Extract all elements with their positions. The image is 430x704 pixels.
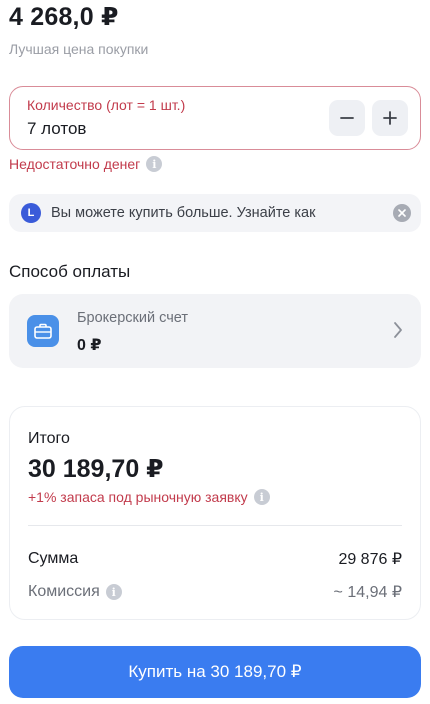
- briefcase-icon: [27, 315, 59, 347]
- payment-account-card[interactable]: Брокерский счет 0 ₽: [9, 294, 421, 368]
- minus-icon: [340, 117, 354, 119]
- close-icon[interactable]: [393, 204, 411, 222]
- price-caption: Лучшая цена покупки: [9, 41, 149, 57]
- fee-row: Комиссия i ~ 14,94 ₽: [28, 582, 402, 602]
- info-icon[interactable]: i: [105, 584, 122, 600]
- fee-label: Комиссия: [28, 583, 100, 600]
- buy-button[interactable]: Купить на 30 189,70 ₽: [9, 646, 421, 698]
- warning-text: Недостаточно денег: [9, 156, 141, 172]
- fee-value: ~ 14,94 ₽: [333, 584, 402, 601]
- promo-badge: L: [21, 203, 41, 223]
- sum-label: Сумма: [28, 550, 79, 567]
- chevron-right-icon: [394, 322, 402, 338]
- promo-banner[interactable]: L Вы можете купить больше. Узнайте как: [9, 194, 421, 232]
- quantity-field[interactable]: Количество (лот = 1 шт.) 7 лотов: [9, 86, 421, 150]
- quantity-label: Количество (лот = 1 шт.): [27, 97, 186, 113]
- market-order-note: +1% запаса под рыночную заявку i: [28, 489, 270, 505]
- insufficient-funds-warning: Недостаточно денег i: [9, 156, 163, 172]
- decrease-button[interactable]: [329, 100, 365, 136]
- price-value: 4 268,0 ₽: [9, 3, 119, 31]
- plus-icon: [383, 111, 397, 125]
- promo-text[interactable]: Вы можете купить больше. Узнайте как: [51, 205, 315, 221]
- account-amount: 0 ₽: [77, 337, 102, 354]
- increase-button[interactable]: [372, 100, 408, 136]
- sum-value: 29 876 ₽: [338, 551, 402, 568]
- info-icon[interactable]: i: [253, 489, 270, 505]
- quantity-value[interactable]: 7 лотов: [27, 119, 86, 139]
- payment-section-title: Способ оплаты: [9, 262, 131, 281]
- market-order-note-text: +1% запаса под рыночную заявку: [28, 489, 248, 505]
- info-icon[interactable]: i: [146, 156, 163, 172]
- order-summary-card: Итого 30 189,70 ₽ +1% запаса под рыночну…: [9, 406, 421, 620]
- divider: [28, 525, 402, 526]
- account-title: Брокерский счет: [77, 310, 188, 326]
- total-value: 30 189,70 ₽: [28, 455, 164, 483]
- sum-row: Сумма 29 876 ₽: [28, 549, 402, 569]
- total-label: Итого: [28, 430, 70, 447]
